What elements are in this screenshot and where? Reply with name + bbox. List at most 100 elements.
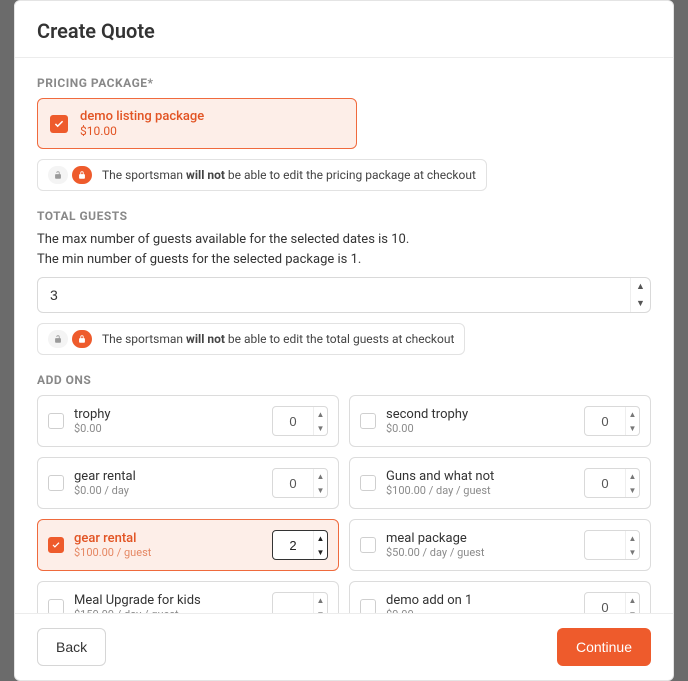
addon-name: gear rental xyxy=(74,469,262,484)
addon-qty[interactable]: ▲▼ xyxy=(272,592,328,613)
addon-checkbox[interactable] xyxy=(360,475,376,491)
guests-spinner: ▲ ▼ xyxy=(630,278,650,312)
pricing-package-checkbox[interactable] xyxy=(50,115,68,133)
pricing-package-info: demo listing package $10.00 xyxy=(80,109,204,138)
qty-step-up[interactable]: ▲ xyxy=(314,469,327,483)
addon-qty[interactable]: ▲▼ xyxy=(584,406,640,436)
total-guests-label: TOTAL GUESTS xyxy=(37,209,651,223)
addon-card[interactable]: meal package$50.00 / day / guest ▲▼ xyxy=(349,519,651,571)
addon-qty[interactable]: ▲▼ xyxy=(272,406,328,436)
addon-qty-spinner: ▲▼ xyxy=(313,531,327,559)
guests-step-down[interactable]: ▼ xyxy=(631,295,650,312)
guests-lock-toggle[interactable] xyxy=(48,330,92,348)
addon-card[interactable]: gear rental$0.00 / day ▲▼ xyxy=(37,457,339,509)
addon-card[interactable]: trophy$0.00 ▲▼ xyxy=(37,395,339,447)
addons-grid: trophy$0.00▲▼second trophy$0.00▲▼gear re… xyxy=(37,395,651,613)
addon-card[interactable]: Guns and what not$100.00 / day / guest ▲▼ xyxy=(349,457,651,509)
addon-checkbox[interactable] xyxy=(360,413,376,429)
addon-info: meal package$50.00 / day / guest xyxy=(386,531,574,559)
guests-max-text: The max number of guests available for t… xyxy=(37,231,651,249)
qty-step-up[interactable]: ▲ xyxy=(626,593,639,607)
qty-step-down[interactable]: ▼ xyxy=(314,483,327,497)
addon-price: $100.00 / day / guest xyxy=(386,484,574,497)
addon-name: trophy xyxy=(74,407,262,422)
addon-checkbox[interactable] xyxy=(48,599,64,613)
pricing-package-name: demo listing package xyxy=(80,109,204,124)
addon-info: second trophy$0.00 xyxy=(386,407,574,435)
addon-qty-spinner: ▲▼ xyxy=(625,531,639,559)
create-quote-modal: Create Quote PRICING PACKAGE* demo listi… xyxy=(14,0,674,681)
addon-name: gear rental xyxy=(74,531,262,546)
addon-name: meal package xyxy=(386,531,574,546)
addon-checkbox[interactable] xyxy=(48,537,64,553)
modal-header: Create Quote xyxy=(15,1,673,58)
lock-icon xyxy=(72,330,92,348)
modal-title: Create Quote xyxy=(37,19,651,43)
addon-card[interactable]: second trophy$0.00 ▲▼ xyxy=(349,395,651,447)
addon-info: gear rental$0.00 / day xyxy=(74,469,262,497)
addon-name: second trophy xyxy=(386,407,574,422)
modal-footer: Back Continue xyxy=(15,613,673,680)
addon-qty-spinner: ▲▼ xyxy=(625,593,639,613)
addon-qty[interactable]: ▲▼ xyxy=(272,530,328,560)
qty-step-up[interactable]: ▲ xyxy=(314,531,327,545)
addon-checkbox[interactable] xyxy=(360,537,376,553)
continue-button[interactable]: Continue xyxy=(557,628,651,666)
pricing-package-section: PRICING PACKAGE* demo listing package $1… xyxy=(37,76,651,191)
qty-step-down[interactable]: ▼ xyxy=(314,421,327,435)
lock-icon xyxy=(72,166,92,184)
addon-price: $0.00 xyxy=(386,422,574,435)
pricing-lock-row: The sportsman will not be able to edit t… xyxy=(37,159,487,191)
pricing-package-price: $10.00 xyxy=(80,124,204,138)
addon-card[interactable]: demo add on 1$0.00 ▲▼ xyxy=(349,581,651,613)
guests-input-wrap[interactable]: ▲ ▼ xyxy=(37,277,651,313)
guests-step-up[interactable]: ▲ xyxy=(631,278,650,295)
guests-lock-text: The sportsman will not be able to edit t… xyxy=(102,332,454,346)
addon-price: $50.00 / day / guest xyxy=(386,546,574,559)
qty-step-up[interactable]: ▲ xyxy=(626,531,639,545)
addon-info: Meal Upgrade for kids$150.00 / day / gue… xyxy=(74,593,262,613)
back-button[interactable]: Back xyxy=(37,628,106,666)
guests-input[interactable] xyxy=(50,287,638,303)
qty-step-down[interactable]: ▼ xyxy=(626,421,639,435)
pricing-lock-toggle[interactable] xyxy=(48,166,92,184)
addon-qty[interactable]: ▲▼ xyxy=(584,530,640,560)
addon-qty-spinner: ▲▼ xyxy=(313,593,327,613)
pricing-lock-text: The sportsman will not be able to edit t… xyxy=(102,168,476,182)
qty-step-up[interactable]: ▲ xyxy=(626,407,639,421)
addon-info: gear rental$100.00 / guest xyxy=(74,531,262,559)
addon-checkbox[interactable] xyxy=(360,599,376,613)
pricing-package-option[interactable]: demo listing package $10.00 xyxy=(37,98,357,149)
qty-step-down[interactable]: ▼ xyxy=(626,607,639,613)
qty-step-down[interactable]: ▼ xyxy=(314,607,327,613)
addon-checkbox[interactable] xyxy=(48,413,64,429)
qty-step-up[interactable]: ▲ xyxy=(314,593,327,607)
qty-step-up[interactable]: ▲ xyxy=(314,407,327,421)
addon-qty-spinner: ▲▼ xyxy=(625,469,639,497)
addon-price: $0.00 / day xyxy=(74,484,262,497)
guests-min-text: The min number of guests for the selecte… xyxy=(37,251,651,269)
pricing-package-label: PRICING PACKAGE* xyxy=(37,76,651,90)
addon-info: trophy$0.00 xyxy=(74,407,262,435)
addon-qty[interactable]: ▲▼ xyxy=(584,592,640,613)
guests-lock-row: The sportsman will not be able to edit t… xyxy=(37,323,465,355)
addon-qty-spinner: ▲▼ xyxy=(625,407,639,435)
qty-step-down[interactable]: ▼ xyxy=(626,483,639,497)
unlock-icon xyxy=(48,166,68,184)
addon-qty[interactable]: ▲▼ xyxy=(584,468,640,498)
addon-name: Guns and what not xyxy=(386,469,574,484)
addon-qty[interactable]: ▲▼ xyxy=(272,468,328,498)
addon-card[interactable]: Meal Upgrade for kids$150.00 / day / gue… xyxy=(37,581,339,613)
qty-step-down[interactable]: ▼ xyxy=(626,545,639,559)
modal-body: PRICING PACKAGE* demo listing package $1… xyxy=(15,58,673,613)
qty-step-up[interactable]: ▲ xyxy=(626,469,639,483)
addon-checkbox[interactable] xyxy=(48,475,64,491)
addon-name: Meal Upgrade for kids xyxy=(74,593,262,608)
addon-qty-spinner: ▲▼ xyxy=(313,407,327,435)
addon-price: $0.00 xyxy=(74,422,262,435)
addon-info: Guns and what not$100.00 / day / guest xyxy=(386,469,574,497)
addon-card[interactable]: gear rental$100.00 / guest ▲▼ xyxy=(37,519,339,571)
unlock-icon xyxy=(48,330,68,348)
qty-step-down[interactable]: ▼ xyxy=(314,545,327,559)
addon-info: demo add on 1$0.00 xyxy=(386,593,574,613)
